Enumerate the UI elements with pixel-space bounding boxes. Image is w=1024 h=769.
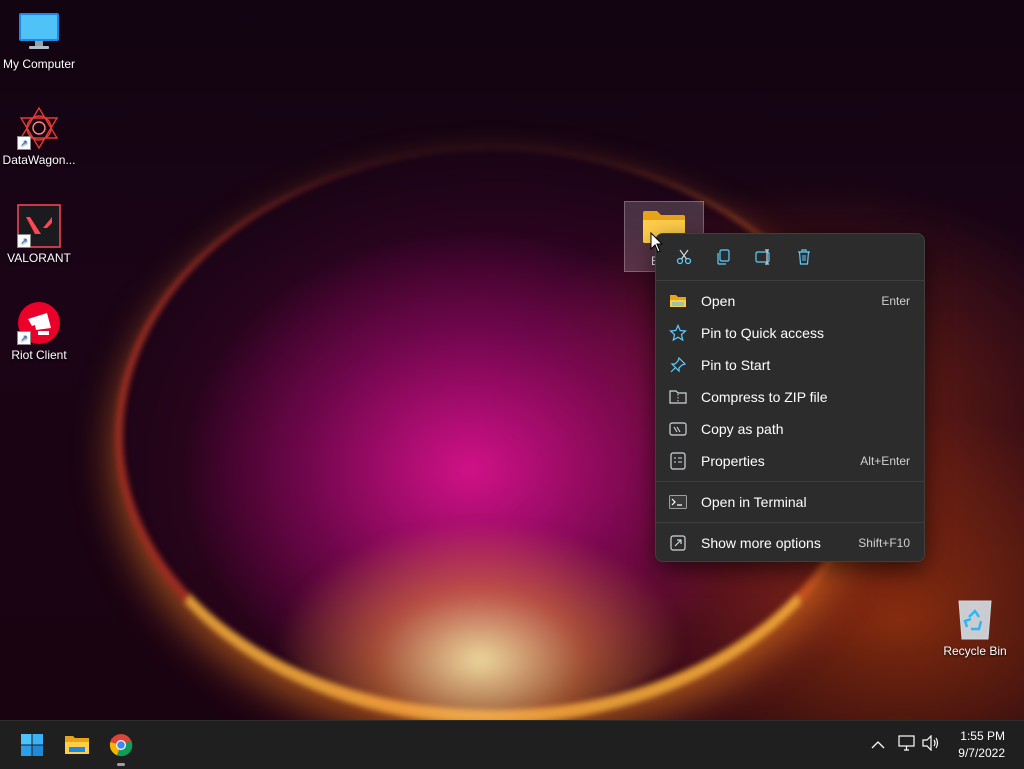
menu-item-label: Open	[701, 293, 736, 309]
copy-icon	[717, 249, 730, 265]
scissors-icon	[676, 249, 692, 265]
menu-item-label: Open in Terminal	[701, 494, 807, 510]
shortcut-arrow-icon: ↗	[17, 136, 31, 150]
wallpaper-glow-core	[270, 520, 690, 720]
rename-icon	[755, 249, 770, 265]
speaker-icon	[922, 734, 939, 752]
datawagon-app-icon: ↗	[17, 106, 61, 150]
running-indicator	[117, 763, 125, 766]
shortcut-arrow-icon: ↗	[17, 331, 31, 345]
riot-client-icon: ↗	[17, 301, 61, 345]
menu-item-compress-zip[interactable]: Compress to ZIP file	[660, 382, 920, 412]
menu-item-pin-to-start[interactable]: Pin to Start	[660, 350, 920, 380]
desktop-icon-my-computer[interactable]: My Computer	[0, 10, 79, 71]
trash-icon	[798, 249, 810, 265]
taskbar-chrome[interactable]	[105, 729, 137, 766]
menu-item-label: Pin to Start	[701, 357, 771, 373]
volume-button[interactable]	[922, 734, 940, 756]
more-options-icon	[669, 534, 687, 552]
menu-item-label: Compress to ZIP file	[701, 389, 828, 405]
menu-item-open-terminal[interactable]: Open in Terminal	[660, 487, 920, 517]
menu-item-shortcut: Alt+Enter	[860, 454, 910, 468]
cut-button[interactable]	[664, 241, 704, 273]
context-menu: Open Enter Pin to Quick access Pin to St…	[655, 233, 925, 562]
menu-separator	[656, 481, 924, 482]
clock-date[interactable]: 9/7/2022	[945, 746, 1005, 760]
menu-item-shortcut: Enter	[881, 294, 910, 308]
star-icon	[669, 324, 687, 342]
menu-item-properties[interactable]: Properties Alt+Enter	[660, 446, 920, 476]
desktop-icon-label: DataWagon...	[2, 153, 76, 167]
file-explorer-icon	[65, 736, 89, 754]
chevron-up-icon	[871, 741, 885, 749]
context-menu-toolbar	[656, 234, 924, 281]
folder-open-icon	[669, 292, 687, 310]
desktop-icon-label: My Computer	[2, 57, 76, 71]
windows-start-icon	[21, 734, 43, 756]
desktop-icon-recycle-bin[interactable]: Recycle Bin	[935, 597, 1015, 658]
menu-item-label: Pin to Quick access	[701, 325, 824, 341]
recycle-bin-icon	[953, 597, 997, 641]
zip-icon	[669, 388, 687, 406]
pin-icon	[669, 356, 687, 374]
menu-separator	[656, 522, 924, 523]
taskbar-file-explorer[interactable]	[61, 729, 93, 761]
chrome-icon	[109, 734, 133, 757]
taskbar: 1:55 PM 9/7/2022	[0, 720, 1024, 769]
shortcut-arrow-icon: ↗	[17, 234, 31, 248]
start-button[interactable]	[16, 729, 48, 761]
desktop-icon-label: Recycle Bin	[943, 644, 1007, 658]
desktop-icon-label: Riot Client	[11, 348, 67, 362]
copy-button[interactable]	[704, 241, 744, 273]
delete-button[interactable]	[784, 241, 824, 273]
menu-item-label: Copy as path	[701, 421, 784, 437]
menu-item-label: Properties	[701, 453, 765, 469]
desktop-icon-label: VALORANT	[7, 251, 71, 265]
rename-button[interactable]	[744, 241, 784, 273]
terminal-icon	[669, 493, 687, 511]
menu-item-copy-as-path[interactable]: Copy as path	[660, 414, 920, 444]
menu-item-shortcut: Shift+F10	[858, 536, 910, 550]
properties-icon	[669, 452, 687, 470]
network-icon	[898, 735, 915, 751]
copy-path-icon	[669, 420, 687, 438]
desktop-icon-valorant[interactable]: ↗ VALORANT	[0, 204, 79, 265]
desktop-icon-datawagon[interactable]: ↗ DataWagon...	[0, 106, 79, 167]
menu-item-pin-quick-access[interactable]: Pin to Quick access	[660, 318, 920, 348]
clock-time[interactable]: 1:55 PM	[945, 729, 1005, 743]
desktop-icon-riot-client[interactable]: ↗ Riot Client	[0, 301, 79, 362]
menu-item-label: Show more options	[701, 535, 821, 551]
menu-item-open[interactable]: Open Enter	[660, 286, 920, 316]
menu-item-show-more-options[interactable]: Show more options Shift+F10	[660, 528, 920, 558]
valorant-app-icon: ↗	[17, 204, 61, 248]
show-hidden-icons-button[interactable]	[871, 737, 885, 755]
monitor-icon	[17, 10, 61, 54]
network-button[interactable]	[898, 735, 916, 756]
mouse-cursor-icon	[650, 232, 664, 253]
